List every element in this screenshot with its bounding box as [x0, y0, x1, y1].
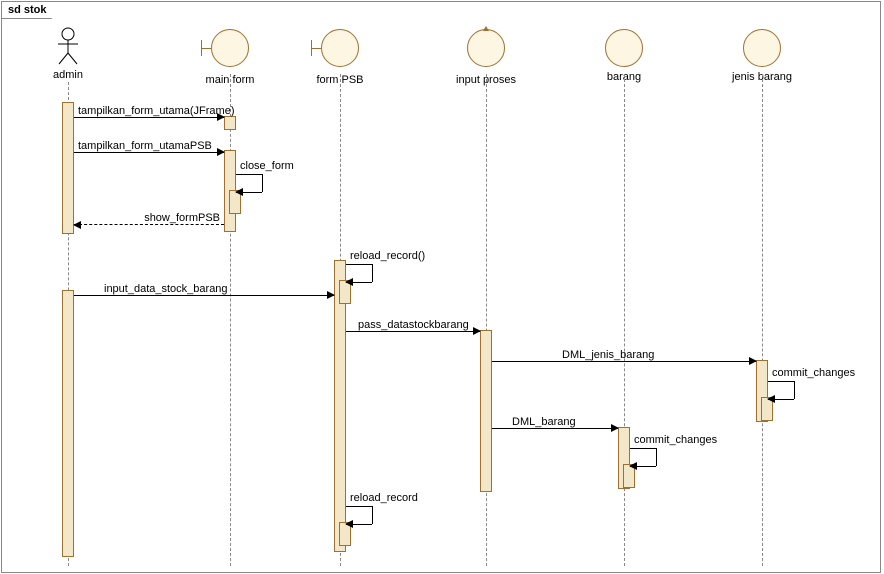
lifeline-admin: admin — [28, 27, 108, 81]
actor-icon — [56, 27, 80, 65]
message-label: commit_changes — [634, 434, 717, 446]
message-label: tampilkan_form_utama(JFrame) — [78, 105, 235, 117]
message-label: reload_record() — [350, 250, 425, 262]
sequence-diagram-frame: sd stok admin main form form PSB input p… — [1, 1, 881, 573]
message-label: tampilkan_form_utamaPSB — [78, 140, 212, 152]
lifeline-dash — [230, 74, 231, 566]
message-label: commit_changes — [772, 367, 855, 379]
activation — [62, 290, 74, 557]
return-message-arrow: show_formPSB — [74, 224, 224, 225]
message-label: pass_datastockbarang — [358, 319, 469, 331]
lifeline-dash — [762, 74, 763, 566]
message-label: close_form — [240, 160, 294, 172]
message-label: reload_record — [350, 492, 418, 504]
message-arrow: pass_datastockbarang — [346, 331, 480, 332]
message-label: DML_barang — [512, 416, 576, 428]
message-label: show_formPSB — [144, 212, 220, 224]
message-label: input_data_stock_barang — [104, 283, 228, 295]
message-label: DML_jenis_barang — [562, 349, 654, 361]
message-arrow: tampilkan_form_utama(JFrame) — [74, 117, 224, 118]
message-arrow: input_data_stock_barang — [74, 295, 334, 296]
lifeline-dash — [486, 74, 487, 566]
activation — [480, 330, 492, 492]
lifeline-label: admin — [28, 69, 108, 81]
lifeline-dash — [624, 74, 625, 566]
message-arrow: DML_barang — [492, 428, 618, 429]
message-arrow: tampilkan_form_utamaPSB — [74, 152, 224, 153]
message-arrow: DML_jenis_barang — [492, 361, 756, 362]
activation — [224, 116, 236, 130]
frame-title: sd stok — [1, 1, 62, 19]
activation — [62, 102, 74, 234]
